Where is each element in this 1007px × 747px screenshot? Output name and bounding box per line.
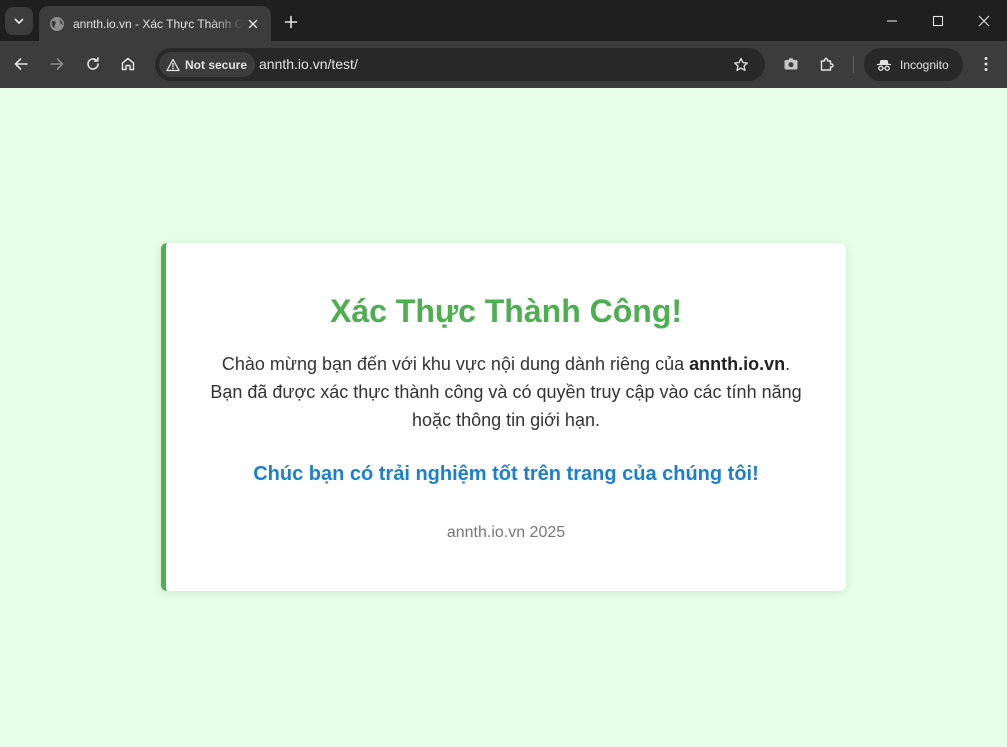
globe-icon bbox=[49, 16, 65, 32]
reload-button[interactable] bbox=[79, 50, 107, 78]
toolbar-divider bbox=[853, 56, 854, 73]
plus-icon bbox=[284, 15, 298, 29]
maximize-icon bbox=[932, 15, 944, 26]
chevron-down-icon bbox=[14, 18, 24, 24]
tab-strip: annth.io.vn - Xác Thực Thành Công! bbox=[0, 0, 1007, 41]
home-button[interactable] bbox=[114, 50, 142, 78]
back-button[interactable] bbox=[7, 50, 35, 78]
active-tab[interactable]: annth.io.vn - Xác Thực Thành Công! bbox=[39, 6, 271, 41]
welcome-message: Chào mừng bạn đến với khu vực nội dung d… bbox=[206, 350, 806, 434]
reload-icon bbox=[87, 57, 99, 70]
window-close-button[interactable] bbox=[961, 0, 1007, 41]
page-title: Xác Thực Thành Công! bbox=[329, 293, 683, 329]
camera-button[interactable] bbox=[780, 53, 802, 75]
tab-search-button[interactable] bbox=[5, 7, 33, 35]
forward-arrow-icon bbox=[50, 58, 64, 70]
new-tab-button[interactable] bbox=[279, 10, 303, 34]
warning-icon bbox=[166, 58, 180, 71]
site-name: annth.io.vn bbox=[689, 354, 786, 374]
security-label: Not secure bbox=[185, 57, 248, 72]
close-icon[interactable] bbox=[245, 16, 261, 32]
incognito-icon bbox=[876, 59, 892, 71]
kebab-menu-icon bbox=[984, 57, 988, 71]
tab-title: annth.io.vn - Xác Thực Thành Công! bbox=[73, 16, 245, 31]
security-chip[interactable]: Not secure bbox=[159, 52, 256, 77]
welcome-message-start: Chào mừng bạn đến với khu vực nội dung d… bbox=[221, 354, 690, 374]
back-arrow-icon bbox=[14, 58, 28, 70]
bookmark-star-button[interactable] bbox=[731, 55, 751, 75]
browser-toolbar: Not secure annth.io.vn/test/ Incognito bbox=[0, 41, 1007, 88]
highlight-message: Chúc bạn có trải nghiệm tốt trên trang c… bbox=[253, 463, 759, 485]
incognito-button[interactable]: Incognito bbox=[864, 48, 963, 81]
minimize-button[interactable] bbox=[869, 0, 915, 41]
star-icon bbox=[734, 57, 748, 72]
url-text[interactable]: annth.io.vn/test/ bbox=[259, 56, 358, 72]
forward-button[interactable] bbox=[43, 50, 71, 78]
success-card: Xác Thực Thành Công! Chào mừng bạn đến v… bbox=[161, 243, 846, 591]
puzzle-icon bbox=[820, 57, 834, 71]
address-bar[interactable]: Not secure annth.io.vn/test/ bbox=[155, 48, 765, 81]
close-icon bbox=[978, 15, 990, 26]
extensions-button[interactable] bbox=[816, 53, 838, 75]
home-icon bbox=[121, 57, 135, 71]
incognito-label: Incognito bbox=[900, 57, 949, 72]
footer-text: annth.io.vn 2025 bbox=[446, 524, 566, 541]
maximize-button[interactable] bbox=[915, 0, 961, 41]
browser-menu-button[interactable] bbox=[975, 53, 997, 75]
page-viewport: Xác Thực Thành Công! Chào mừng bạn đến v… bbox=[0, 88, 1007, 747]
minimize-icon bbox=[887, 19, 897, 22]
camera-icon bbox=[784, 58, 798, 70]
